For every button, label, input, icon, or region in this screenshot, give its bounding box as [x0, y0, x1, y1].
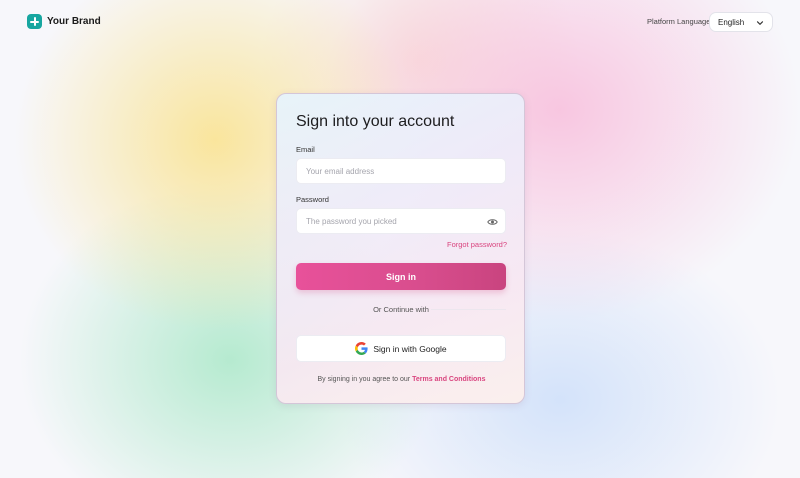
eye-icon[interactable] [487, 218, 498, 226]
divider: Or Continue with [296, 304, 506, 314]
language-select[interactable]: English [709, 12, 773, 32]
terms-notice: By signing in you agree to our Terms and… [277, 376, 526, 383]
terms-link[interactable]: Terms and Conditions [412, 376, 485, 383]
divider-line [431, 309, 506, 310]
login-title: Sign into your account [296, 113, 455, 130]
plus-icon [27, 14, 42, 29]
top-bar: Your Brand Platform Language: English [0, 0, 800, 46]
forgot-password-link[interactable]: Forgot password? [447, 240, 507, 249]
login-card: Sign into your account Email Password Fo… [276, 93, 525, 404]
brand-logo[interactable]: Your Brand [27, 14, 101, 29]
email-input[interactable] [296, 158, 506, 184]
email-label: Email [296, 145, 315, 154]
google-sign-in-button[interactable]: Sign in with Google [296, 335, 506, 362]
google-button-label: Sign in with Google [373, 343, 447, 354]
brand-name: Your Brand [47, 16, 101, 27]
sign-in-button[interactable]: Sign in [296, 263, 506, 290]
language-selected-value: English [718, 17, 745, 27]
divider-label: Or Continue with [373, 304, 429, 314]
language-label: Platform Language: [647, 17, 713, 26]
chevron-down-icon [756, 21, 764, 25]
password-label: Password [296, 195, 329, 204]
password-input[interactable] [296, 208, 506, 234]
google-icon [355, 342, 368, 355]
terms-prefix: By signing in you agree to our [317, 376, 411, 383]
